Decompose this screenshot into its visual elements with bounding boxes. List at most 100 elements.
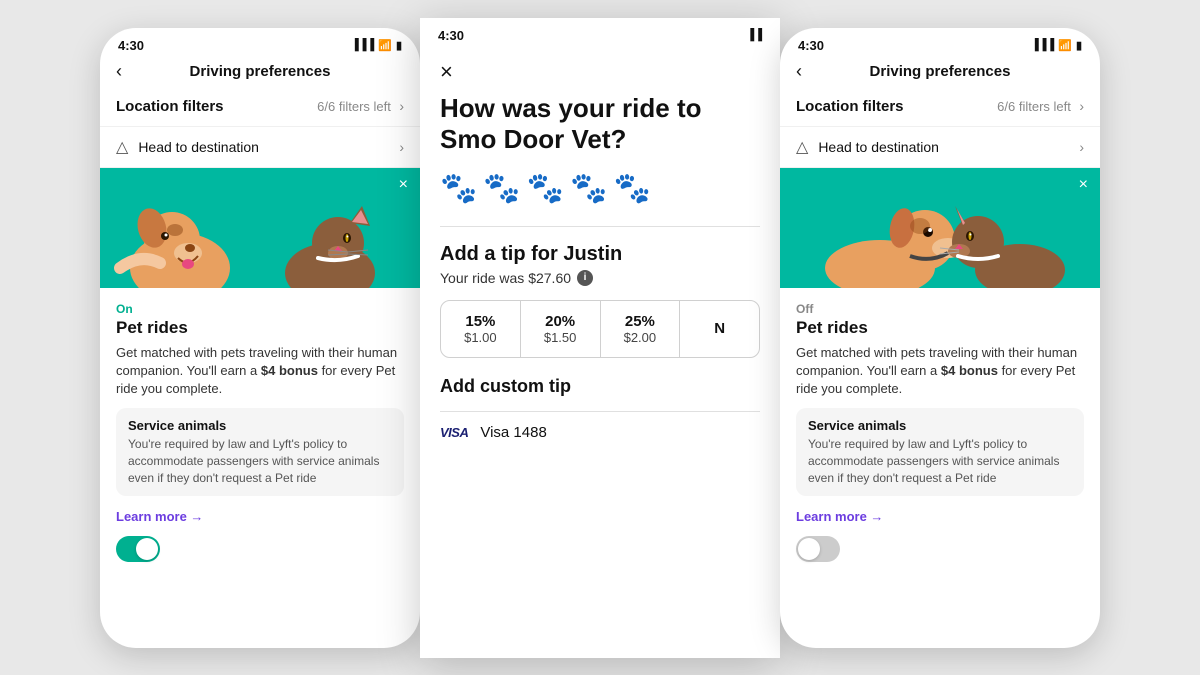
service-animals-desc-left: You're required by law and Lyft's policy… [128, 436, 392, 486]
destination-row-left[interactable]: △ Head to destination › [100, 127, 420, 168]
chevron-icon-right: › [1079, 98, 1084, 114]
pet-illustration-right [780, 168, 1100, 288]
visa-divider [440, 411, 760, 412]
status-bar-right: 4:30 ▐▐▐ 📶 ▮ [780, 28, 1100, 57]
destination-icon-left: △ [116, 137, 128, 157]
tip-option-15[interactable]: 15% $1.00 [441, 301, 521, 357]
pet-rides-desc-right: Get matched with pets traveling with the… [796, 344, 1084, 399]
close-button-middle[interactable]: × [440, 47, 453, 93]
ride-question: How was your ride to Smo Door Vet? [440, 93, 760, 155]
back-button-right[interactable]: ‹ [796, 61, 802, 82]
status-bar-left: 4:30 ▐▐▐ 📶 ▮ [100, 28, 420, 57]
visa-logo: VISA [440, 425, 468, 440]
tip-divider [440, 226, 760, 227]
signal-icon: ▐▐▐ [351, 39, 374, 51]
paw-stars: 🐾 🐾 🐾 🐾 🐾 [440, 171, 760, 206]
status-time-middle: 4:30 [438, 28, 464, 43]
nav-title-right: Driving preferences [870, 63, 1011, 80]
status-time-right: 4:30 [798, 38, 824, 53]
bonus-text-right: $4 bonus [941, 363, 998, 378]
location-filters-label-right: Location filters [796, 98, 904, 115]
middle-phone: 4:30 ▐▐ × How was your ride to Smo Door … [420, 18, 780, 658]
tip-section-title: Add a tip for Justin [440, 243, 760, 266]
service-animals-title-left: Service animals [128, 418, 392, 433]
paw-4: 🐾 [570, 171, 607, 206]
ride-cost-row: Your ride was $27.60 i [440, 270, 760, 286]
pet-banner-left: × [100, 168, 420, 288]
signal-icon-r: ▐▐▐ [1031, 39, 1054, 51]
paw-3: 🐾 [527, 171, 564, 206]
pet-rides-desc-left: Get matched with pets traveling with the… [116, 344, 404, 399]
status-icons-left: ▐▐▐ 📶 ▮ [351, 39, 402, 52]
service-animals-desc-right: You're required by law and Lyft's policy… [808, 436, 1072, 486]
battery-icon: ▮ [396, 39, 402, 52]
pet-rides-title-right: Pet rides [796, 318, 1084, 338]
pet-banner-close-right[interactable]: × [1079, 176, 1088, 194]
tip-option-20[interactable]: 20% $1.50 [521, 301, 601, 357]
nav-title-left: Driving preferences [190, 63, 331, 80]
location-filters-row-right[interactable]: Location filters 6/6 filters left › [780, 88, 1100, 127]
destination-chevron-left: › [399, 139, 404, 155]
location-filters-meta-right: 6/6 filters left › [997, 98, 1084, 116]
add-custom-tip[interactable]: Add custom tip [440, 376, 760, 397]
wifi-icon-r: 📶 [1058, 39, 1072, 52]
bonus-text-left: $4 bonus [261, 363, 318, 378]
pet-rides-section-right: Off Pet rides Get matched with pets trav… [780, 288, 1100, 571]
tip-options-row: 15% $1.00 20% $1.50 25% $2.00 N [440, 300, 760, 358]
location-filters-meta-left: 6/6 filters left › [317, 98, 404, 116]
ride-cost-text: Your ride was $27.60 [440, 270, 571, 286]
learn-more-right[interactable]: Learn more → [796, 509, 883, 524]
nav-header-left: ‹ Driving preferences [100, 57, 420, 88]
pet-illustration-left [100, 168, 420, 288]
paw-5: 🐾 [613, 171, 650, 206]
tip-pct-25: 25% [625, 313, 655, 330]
location-filters-row-left[interactable]: Location filters 6/6 filters left › [100, 88, 420, 127]
tip-option-none[interactable]: N [680, 301, 759, 357]
destination-chevron-right: › [1079, 139, 1084, 155]
tip-amt-20: $1.50 [544, 330, 577, 345]
pet-banner-close-left[interactable]: × [399, 176, 408, 194]
paw-1: 🐾 [440, 171, 477, 206]
tip-option-25[interactable]: 25% $2.00 [601, 301, 681, 357]
toggle-left[interactable] [116, 536, 160, 562]
tip-pct-20: 20% [545, 313, 575, 330]
chevron-icon-left: › [399, 98, 404, 114]
toggle-right[interactable] [796, 536, 840, 562]
service-animals-box-left: Service animals You're required by law a… [116, 408, 404, 496]
destination-left-r: △ Head to destination [796, 137, 939, 157]
content-left: Location filters 6/6 filters left › △ He… [100, 88, 420, 648]
destination-icon-right: △ [796, 137, 808, 157]
info-icon: i [577, 270, 593, 286]
back-button-left[interactable]: ‹ [116, 61, 122, 82]
tip-pct-15: 15% [465, 313, 495, 330]
tip-amt-15: $1.00 [464, 330, 497, 345]
status-icons-right: ▐▐▐ 📶 ▮ [1031, 39, 1082, 52]
status-icons-middle: ▐▐ [746, 29, 762, 41]
tip-amt-25: $2.00 [624, 330, 657, 345]
content-right: Location filters 6/6 filters left › △ He… [780, 88, 1100, 648]
location-filters-label-left: Location filters [116, 98, 224, 115]
learn-more-left[interactable]: Learn more → [116, 509, 203, 524]
pet-rides-title-left: Pet rides [116, 318, 404, 338]
pet-banner-right: × [780, 168, 1100, 288]
status-bar-middle: 4:30 ▐▐ [420, 18, 780, 47]
wifi-icon: 📶 [378, 39, 392, 52]
nav-header-right: ‹ Driving preferences [780, 57, 1100, 88]
service-animals-title-right: Service animals [808, 418, 1072, 433]
pet-rides-status-left: On [116, 302, 404, 316]
tip-pct-none: N [714, 320, 725, 337]
visa-number: Visa 1488 [480, 424, 546, 441]
left-phone: 4:30 ▐▐▐ 📶 ▮ ‹ Driving preferences Locat… [100, 28, 420, 648]
battery-icon-r: ▮ [1076, 39, 1082, 52]
signal-icon-m: ▐▐ [746, 29, 762, 41]
status-time-left: 4:30 [118, 38, 144, 53]
destination-left: △ Head to destination [116, 137, 259, 157]
visa-row: VISA Visa 1488 [440, 424, 760, 441]
pet-rides-section-left: On Pet rides Get matched with pets trave… [100, 288, 420, 571]
service-animals-box-right: Service animals You're required by law a… [796, 408, 1084, 496]
middle-content: × How was your ride to Smo Door Vet? 🐾 🐾… [420, 47, 780, 658]
right-phone: 4:30 ▐▐▐ 📶 ▮ ‹ Driving preferences Locat… [780, 28, 1100, 648]
destination-row-right[interactable]: △ Head to destination › [780, 127, 1100, 168]
paw-2: 🐾 [483, 171, 520, 206]
destination-text-right: Head to destination [818, 139, 939, 155]
